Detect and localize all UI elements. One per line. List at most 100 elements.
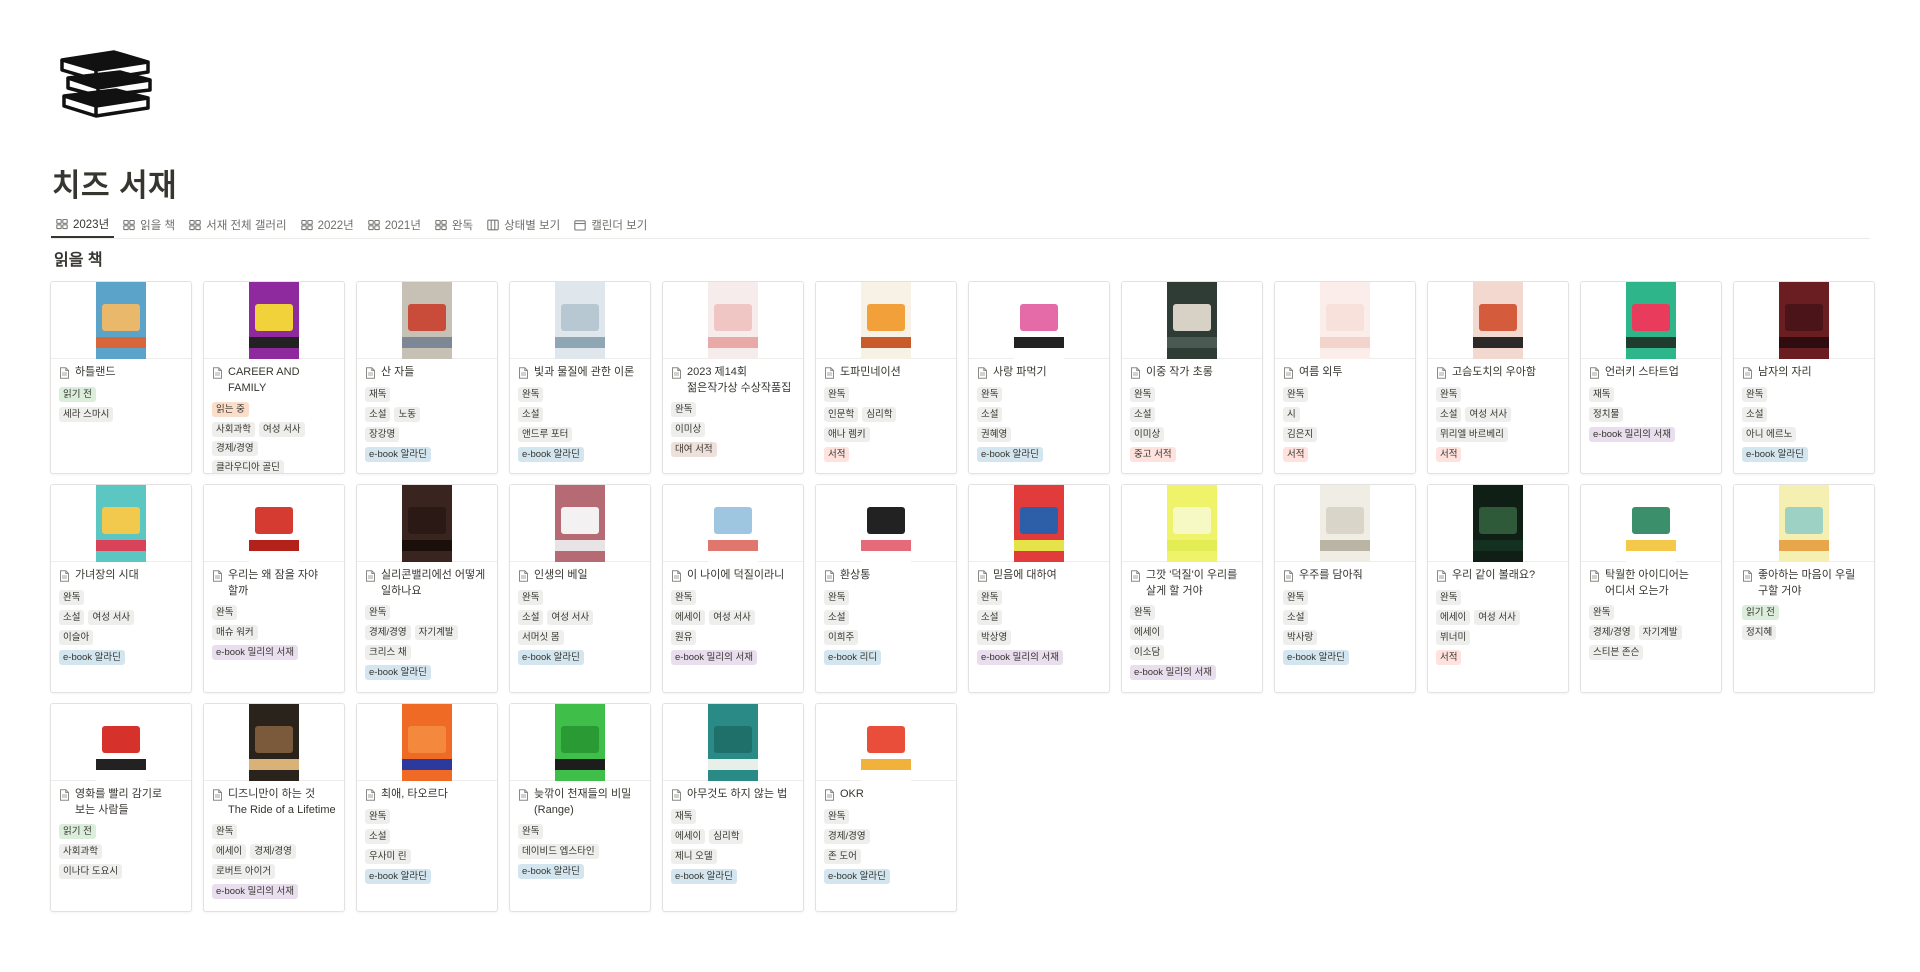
cover-art [861,540,911,552]
book-card[interactable]: 가녀장의 시대 완독 소설 여성 서사 이슬아 e-book 알라딘 [50,484,192,693]
book-card[interactable]: 실리콘밸리에선 어떻게 일하나요 완독 경제/경영 자기계발 크리스 채 e-book 알… [356,484,498,693]
genre-tag: 여성 서사 [1465,406,1512,422]
book-cover-area [357,485,497,562]
book-cover-image [249,704,299,781]
book-title[interactable]: 이중 작가 초롱 [1130,365,1254,381]
cover-art [1473,337,1523,349]
book-title[interactable]: 최애, 타오르다 [365,787,489,803]
page-icon [1743,570,1752,582]
gallery-icon [56,218,68,230]
book-title[interactable]: OKR [824,787,948,803]
tab-2[interactable]: 서재 전체 갤러리 [184,212,291,238]
book-card[interactable]: 산 자들 재독 소설 노동 장강명 e-book 알라딘 [356,281,498,474]
book-card[interactable]: 좋아하는 마음이 우릴 구할 거야 읽기 전 정지혜 [1733,484,1875,693]
book-card[interactable]: 늦깎이 천재들의 비밀 (Range) 완독 데이비드 엡스타인 e-book 알라딘 [509,703,651,912]
book-card[interactable]: 여름 외투 완독 시 김은지 서적 [1274,281,1416,474]
card-property: 클라우디아 골딘 [212,460,336,473]
book-title[interactable]: 가녀장의 시대 [59,568,183,584]
book-card[interactable]: 이 나이에 덕질이라니 완독 에세이 여성 서사 원유 e-book 밀리의 서재 [662,484,804,693]
cover-art [867,725,905,754]
book-card[interactable]: 아무것도 하지 않는 법 재독 에세이 심리학 제니 오델 e-book 알라딘 [662,703,804,912]
book-title-text: 환상통 [840,569,871,581]
book-card[interactable]: 그깟 '덕질'이 우리를 살게 할 거야 완독 에세이 이소담 e-book 밀리의 서… [1121,484,1263,693]
status-tag: 완독 [365,808,391,824]
card-body: 영화를 빨리 감기로 보는 사람들 읽기 전 사회과학 이나다 도요시 [51,781,191,890]
book-title[interactable]: 실리콘밸리에선 어떻게 일하나요 [365,568,489,599]
book-title[interactable]: 이 나이에 덕질이라니 [671,568,795,584]
book-cover-area [1581,485,1721,562]
tab-4[interactable]: 2021년 [363,212,426,238]
book-card[interactable]: 남자의 자리 완독 소설 아니 에르노 e-book 알라딘 [1733,281,1875,474]
book-card[interactable]: 영화를 빨리 감기로 보는 사람들 읽기 전 사회과학 이나다 도요시 [50,703,192,912]
books-stack-icon[interactable] [56,38,156,118]
book-card[interactable]: 인생의 베일 완독 소설 여성 서사 서머싯 몸 e-book 알라딘 [509,484,651,693]
status-tag: 완독 [824,589,850,605]
book-title[interactable]: 영화를 빨리 감기로 보는 사람들 [59,787,183,818]
tab-6[interactable]: 상태별 보기 [482,212,565,238]
tab-7[interactable]: 캘린더 보기 [569,212,652,238]
book-title[interactable]: 인생의 베일 [518,568,642,584]
book-title[interactable]: 좋아하는 마음이 우릴 구할 거야 [1742,568,1866,599]
book-title[interactable]: 하틀랜드 [59,365,183,381]
book-card[interactable]: 최애, 타오르다 완독 소설 우사미 린 e-book 알라딘 [356,703,498,912]
book-card[interactable]: OKR 완독 경제/경영 존 도어 e-book 알라딘 [815,703,957,912]
book-card[interactable]: 이중 작가 초롱 완독 소설 이미상 중고 서적 [1121,281,1263,474]
book-title[interactable]: 우리 같이 볼래요? [1436,568,1560,584]
book-title[interactable]: 여름 외투 [1283,365,1407,381]
author-tag: 존 도어 [824,848,861,864]
book-title[interactable]: 탁월한 아이디어는 어디서 오는가 [1589,568,1713,599]
book-title[interactable]: 언러키 스타트업 [1589,365,1713,381]
book-title[interactable]: 산 자들 [365,365,489,381]
book-card[interactable]: 도파민네이션 완독 인문학 심리학 애나 렘키 서적 [815,281,957,474]
tab-label: 2021년 [384,220,421,232]
book-title[interactable]: 고슴도치의 우아함 [1436,365,1560,381]
book-title-text: 늦깎이 천재들의 비밀 (Range) [534,788,632,816]
book-title[interactable]: CAREER AND FAMILY [212,365,336,396]
cover-art [102,506,140,535]
book-title[interactable]: 남자의 자리 [1742,365,1866,381]
book-title[interactable]: 도파민네이션 [824,365,948,381]
book-card[interactable]: 디즈니만이 하는 것 The Ride of a Lifetime 완독 에세이 경제… [203,703,345,912]
book-title[interactable]: 사랑 파먹기 [977,365,1101,381]
book-card[interactable]: 우주를 담아줘 완독 소설 박사랑 e-book 알라딘 [1274,484,1416,693]
book-card[interactable]: 사랑 파먹기 완독 소설 권혜영 e-book 알라딘 [968,281,1110,474]
page-icon [213,570,222,582]
book-title[interactable]: 우주를 담아줘 [1283,568,1407,584]
tab-5[interactable]: 완독 [430,212,478,238]
book-card[interactable]: 우리는 왜 잠을 자야 할까 완독 매슈 워커 e-book 밀리의 서재 [203,484,345,693]
book-card[interactable]: 고슴도치의 우아함 완독 소설 여성 서사 뮈리엘 바르베리 서적 [1427,281,1569,474]
book-cover-image [1779,282,1829,359]
book-card[interactable]: 우리 같이 볼래요? 완독 에세이 여성 서사 뷔너미 서적 [1427,484,1569,693]
book-title[interactable]: 그깟 '덕질'이 우리를 살게 할 거야 [1130,568,1254,599]
book-card[interactable]: 빛과 물질에 관한 이론 완독 소설 앤드루 포터 e-book 알라딘 [509,281,651,474]
author-tag: 이미상 [1130,426,1165,442]
book-card[interactable]: 언러키 스타트업 재독 정치물 e-book 밀리의 서재 [1580,281,1722,474]
book-title[interactable]: 2023 제14회 젊은작가상 수상작품집 [671,365,795,396]
book-card[interactable]: 탁월한 아이디어는 어디서 오는가 완독 경제/경영 자기계발 스티븐 존슨 [1580,484,1722,693]
card-property: 완독 [1742,386,1866,403]
tab-3[interactable]: 2022년 [296,212,359,238]
tab-1[interactable]: 읽을 책 [118,212,180,238]
book-card[interactable]: 환상통 완독 소설 이희주 e-book 리디 [815,484,957,693]
source-tag: e-book 밀리의 서재 [212,645,299,660]
book-card[interactable]: 믿음에 대하여 완독 소설 박상영 e-book 밀리의 서재 [968,484,1110,693]
book-card[interactable]: CAREER AND FAMILY 읽는 중 사회과학 여성 서사 경제/경영 클라우디아… [203,281,345,474]
book-title[interactable]: 믿음에 대하여 [977,568,1101,584]
book-card[interactable]: 하틀랜드 읽기 전 세라 스마시 [50,281,192,474]
cover-art [249,337,299,349]
genre-tag: 정치물 [1589,406,1624,422]
book-title[interactable]: 늦깎이 천재들의 비밀 (Range) [518,787,642,818]
book-card[interactable]: 2023 제14회 젊은작가상 수상작품집 완독 이미상 대여 서적 [662,281,804,474]
status-tag: 완독 [1589,605,1615,620]
author-tag: 박사랑 [1283,629,1318,645]
book-title[interactable]: 디즈니만이 하는 것 The Ride of a Lifetime [212,787,336,818]
book-title[interactable]: 환상통 [824,568,948,584]
book-title[interactable]: 우리는 왜 잠을 자야 할까 [212,568,336,599]
card-property: 이슬아 [59,629,183,646]
book-title[interactable]: 빛과 물질에 관한 이론 [518,365,642,381]
status-tag: 완독 [824,808,850,824]
author-tag: 앤드루 포터 [518,426,573,442]
book-title[interactable]: 아무것도 하지 않는 법 [671,787,795,803]
source-tag: e-book 알라딘 [1283,649,1349,665]
tab-0[interactable]: 2023년 [51,212,115,238]
